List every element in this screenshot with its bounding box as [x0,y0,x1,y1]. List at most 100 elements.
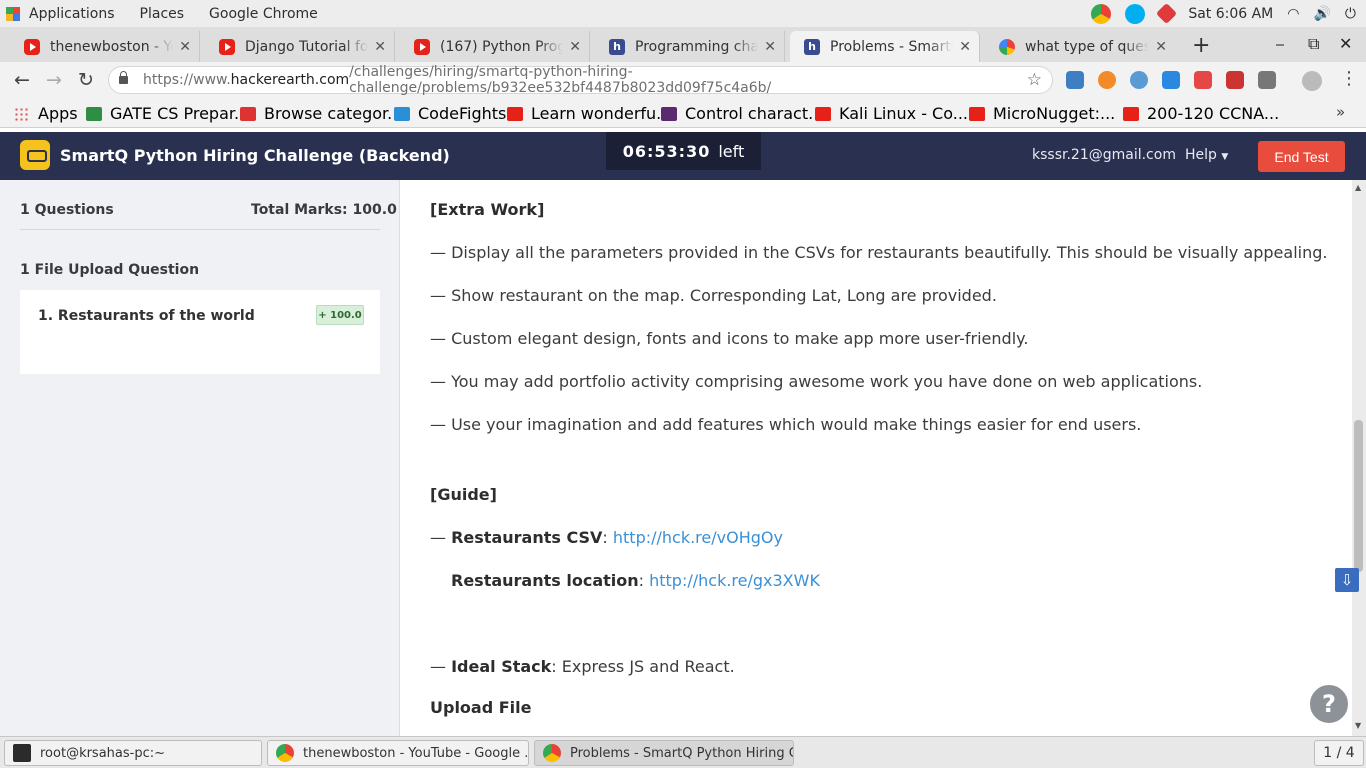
codefights-icon [394,106,410,121]
bookmark-gate-cs[interactable]: GATE CS Prepar... [86,104,249,123]
bookmarks-overflow-icon[interactable]: » [1336,103,1345,121]
forward-button[interactable]: → [38,69,70,91]
help-question-icon[interactable]: ? [1308,683,1350,725]
bookmark-ccna[interactable]: 200-120 CCNA... [1123,104,1279,123]
end-test-button[interactable]: End Test [1258,141,1345,172]
chrome-icon [276,744,294,762]
anydesk-tray-icon[interactable] [1156,2,1178,25]
question-title[interactable]: 1. Restaurants of the world [38,308,255,324]
bookmark-browse-categories[interactable]: Browse categor... [240,104,402,123]
close-tab-icon[interactable]: ✕ [959,39,971,55]
bookmark-star-icon[interactable]: ☆ [1027,70,1042,90]
geeksforgeeks-icon [86,106,102,121]
youtube-icon [1123,106,1139,121]
list-item: — You may add portfolio activity compris… [430,372,1203,391]
question-card[interactable] [20,290,380,374]
power-icon[interactable]: ⏻ [1345,6,1356,22]
profile-avatar-icon[interactable] [1302,71,1322,91]
section-title: 1 File Upload Question [20,262,200,278]
applications-menu[interactable]: Applications [6,6,140,22]
youtube-icon [969,106,985,121]
minimize-button[interactable]: ⎯ [1276,34,1284,54]
youtube-icon [815,106,831,121]
list-item: — Show restaurant on the map. Correspond… [430,286,997,305]
bookmark-apps[interactable]: Apps [14,104,78,123]
tab-programming-challenges[interactable]: h Programming challenges ✕ [595,31,785,62]
taskbar-item-terminal[interactable]: root@krsahas-pc:~ [4,740,262,766]
list-item: — Custom elegant design, fonts and icons… [430,329,1029,348]
workspace-pager[interactable]: 1 / 4 [1314,740,1364,766]
divider [20,229,380,230]
adblock-icon[interactable] [1226,71,1244,89]
scroll-up-arrow-icon[interactable]: ▲ [1355,183,1361,192]
reload-button[interactable]: ↻ [70,69,102,91]
close-tab-icon[interactable]: ✕ [569,39,581,55]
clock[interactable]: Sat 6:06 AM [1188,6,1273,22]
apps-grid-icon [14,106,30,121]
skype-tray-icon[interactable] [1125,3,1146,24]
ut-icon [661,106,677,121]
back-button[interactable]: ← [6,69,38,91]
total-marks: Total Marks: 100.0 [251,202,397,218]
list-item: — Use your imagination and add features … [430,415,1142,434]
questions-count: 1 Questions [20,202,114,218]
hackerearth-icon: h [804,38,820,55]
google-chrome-menu[interactable]: Google Chrome [209,6,318,22]
youtube-icon [219,38,235,55]
extension-icon[interactable] [1194,71,1212,89]
scrollbar-thumb[interactable] [1354,420,1363,572]
bookmark-kali-linux[interactable]: Kali Linux - Co... [815,104,968,123]
react-devtools-icon[interactable] [1130,71,1148,89]
ideal-stack-line: — Ideal Stack: Express JS and React. [430,657,735,676]
youtube-icon [24,38,40,55]
extension-icon[interactable] [1258,71,1276,89]
bookmark-micronugget[interactable]: MicroNugget:... [969,104,1115,123]
taskbar-item-chrome-problems[interactable]: Problems - SmartQ Python Hiring C... [534,740,794,766]
bookmark-control-characters[interactable]: Control charact... [661,104,823,123]
countdown-timer: 06:53:30 left [606,132,761,170]
close-tab-icon[interactable]: ✕ [764,39,776,55]
marks-badge: + 100.0 [316,305,364,325]
restaurants-csv-line: — Restaurants CSV: http://hck.re/vOHgOy [430,528,783,547]
bookmark-learn-wonderful[interactable]: Learn wonderfu... [507,104,671,123]
close-tab-icon[interactable]: ✕ [374,39,386,55]
lock-icon [119,71,128,84]
restaurants-csv-link[interactable]: http://hck.re/vOHgOy [613,528,783,547]
close-tab-icon[interactable]: ✕ [179,39,191,55]
user-email[interactable]: ksssr.21@gmail.com [1032,147,1176,163]
tab-django-tutorial[interactable]: Django Tutorial for Beginners ✕ [205,31,395,62]
extension-icon[interactable] [1066,71,1084,89]
guide-heading: [Guide] [430,485,497,504]
terminal-icon [13,744,31,762]
list-item: — Display all the parameters provided in… [430,243,1328,262]
question-icon [240,106,256,121]
caret-down-icon: ▼ [1221,152,1229,162]
chrome-menu-icon[interactable]: ⋮ [1340,68,1358,89]
close-window-button[interactable]: ✕ [1339,34,1352,53]
extension-icon[interactable] [1162,71,1180,89]
maximize-button[interactable]: ⧉ [1308,34,1319,54]
new-tab-button[interactable]: + [1192,33,1210,58]
tab-what-type-of-questions[interactable]: what type of questions ✕ [985,31,1175,62]
bookmark-codefights[interactable]: CodeFights [394,104,506,123]
wifi-icon[interactable]: ◠ [1287,6,1299,22]
places-menu[interactable]: Places [140,6,185,22]
volume-icon[interactable]: 🔊 [1313,6,1330,22]
scroll-down-arrow-icon[interactable]: ▼ [1355,721,1361,730]
help-dropdown[interactable]: Help ▼ [1185,147,1228,163]
chrome-icon [543,744,561,762]
restaurants-location-line: Restaurants location: http://hck.re/gx3X… [451,571,820,590]
extra-work-heading: [Extra Work] [430,200,545,219]
tab-python-programming[interactable]: (167) Python Programming ✕ [400,31,590,62]
close-tab-icon[interactable]: ✕ [1155,39,1167,55]
address-bar[interactable]: https://www. hackerearth.com/challenges/h… [108,64,1053,96]
chrome-tray-icon[interactable] [1091,3,1112,24]
upload-file-heading: Upload File [430,698,532,717]
taskbar-item-chrome-youtube[interactable]: thenewboston - YouTube - Google ... [267,740,529,766]
tab-thenewboston[interactable]: thenewboston - YouTube ✕ [10,31,200,62]
restaurants-location-link[interactable]: http://hck.re/gx3XWK [649,571,820,590]
tab-problems-smartq[interactable]: h Problems - SmartQ Python ✕ [790,31,980,62]
extension-icon[interactable] [1098,71,1116,89]
scroll-to-bottom-icon[interactable]: ⇩ [1335,568,1359,592]
youtube-icon [507,106,523,121]
